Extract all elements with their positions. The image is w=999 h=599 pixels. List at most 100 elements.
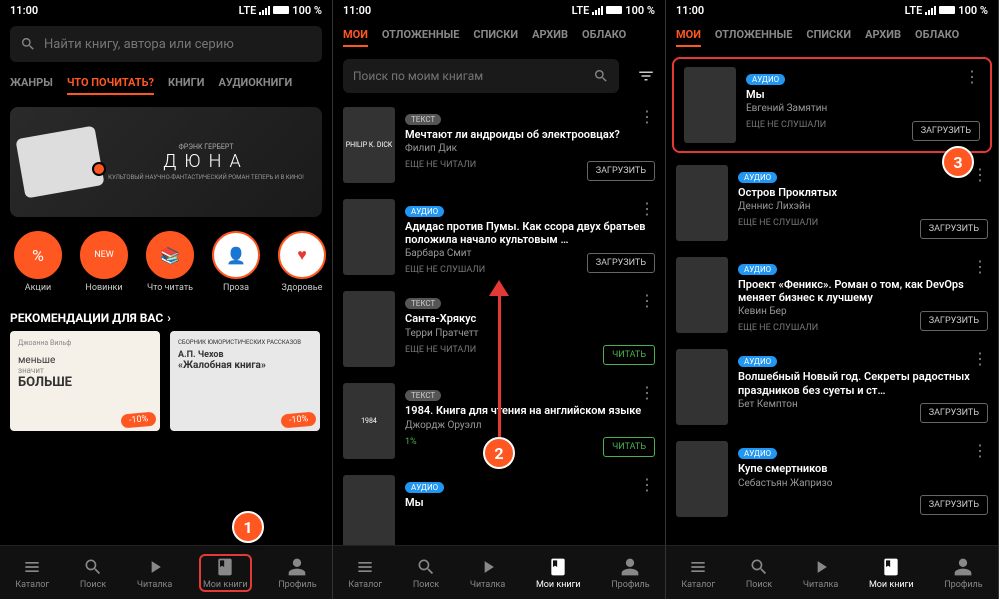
nav-profile[interactable]: Профиль (607, 554, 653, 592)
nav-profile[interactable]: Профиль (940, 554, 986, 592)
nav-my-books[interactable]: Мои книги (532, 554, 585, 592)
circle-health[interactable]: ♥Здоровье (274, 231, 330, 293)
nav-catalog[interactable]: Каталог (11, 554, 53, 592)
step-badge-3: 3 (942, 146, 974, 178)
book-menu-icon[interactable]: ⋮ (639, 107, 655, 126)
book-title: 1984. Книга для чтения на английском язы… (405, 404, 655, 417)
book-action-button[interactable]: ЗАГРУЗИТЬ (920, 403, 988, 423)
book-menu-icon[interactable]: ⋮ (972, 165, 988, 184)
step-badge-2: 2 (483, 437, 515, 469)
book-title: Адидас против Пумы. Как ссора двух брать… (405, 220, 655, 246)
book-title: Мы (405, 496, 655, 509)
nav-search[interactable]: Поиск (742, 554, 776, 592)
book-action-button[interactable]: ЧИТАТЬ (603, 437, 655, 457)
book-item[interactable]: АУДИО Адидас против Пумы. Как ссора двух … (333, 191, 665, 283)
tab-what-to-read[interactable]: ЧТО ПОЧИТАТЬ? (67, 76, 154, 95)
category-circles: %Акции NEWНовинки 📚Что читать 👤Проза ♥Зд… (0, 223, 332, 301)
nav-my-books[interactable]: Мои книги (199, 554, 252, 592)
book-action-button[interactable]: ЗАГРУЗИТЬ (920, 219, 988, 239)
tab-audiobooks[interactable]: АУДИОКНИГИ (218, 76, 292, 95)
banner-image (15, 126, 104, 199)
book-cover: 1984 (343, 383, 395, 459)
section-recommendations[interactable]: РЕКОМЕНДАЦИИ ДЛЯ ВАС › (0, 301, 332, 331)
book-menu-icon[interactable]: ⋮ (639, 383, 655, 402)
book-badge: АУДИО (405, 482, 444, 493)
book-title: Санта-Хрякус (405, 312, 655, 325)
book-cover (343, 475, 395, 551)
nav-search[interactable]: Поиск (76, 554, 110, 592)
book-title: Мы (746, 88, 980, 101)
book-cover: PHILIP K. DICK (343, 107, 395, 183)
book-badge: АУДИО (738, 172, 777, 183)
promo-banner[interactable]: ФРЭНК ГЕРБЕРТ ДЮНА КУЛЬТОВЫЙ НАУЧНО-ФАНТ… (10, 107, 322, 217)
search-icon (593, 68, 609, 84)
book-cover (343, 291, 395, 367)
tab-archive[interactable]: АРХИВ (532, 28, 568, 47)
chevron-right-icon: › (167, 311, 171, 325)
nav-catalog[interactable]: Каталог (344, 554, 386, 592)
signal-icon (259, 5, 270, 15)
tab-books[interactable]: КНИГИ (168, 76, 204, 95)
status-time: 11:00 (10, 4, 38, 17)
book-author: Деннис Лихэйн (738, 201, 988, 212)
book-item[interactable]: АУДИОКупе смертниковСебастьян ЖапризоЗАГ… (666, 433, 998, 525)
search-icon (20, 36, 36, 52)
book-author: Евгений Замятин (746, 103, 980, 114)
book-menu-icon[interactable]: ⋮ (972, 441, 988, 460)
book-badge: АУДИО (738, 264, 777, 275)
book-title: Волшебный Новый год. Секреты радостных п… (738, 370, 988, 396)
my-books-search[interactable] (343, 59, 619, 93)
book-title: Мечтают ли андроиды об электроовцах? (405, 128, 655, 141)
circle-prose[interactable]: 👤Проза (208, 231, 264, 293)
book-menu-icon[interactable]: ⋮ (964, 67, 980, 86)
book-badge: ТЕКСТ (405, 114, 441, 125)
nav-reader[interactable]: Читалка (466, 554, 509, 592)
book-action-button[interactable]: ЗАГРУЗИТЬ (912, 121, 980, 141)
book-menu-icon[interactable]: ⋮ (639, 291, 655, 310)
book-author: Филип Дик (405, 143, 655, 154)
book-badge: АУДИО (738, 448, 777, 459)
book-cover (676, 441, 728, 517)
search-bar[interactable] (10, 26, 322, 62)
book-item[interactable]: АУДИОМыЕвгений ЗамятинЕЩЕ НЕ СЛУШАЛИЗАГР… (674, 59, 990, 151)
book-card[interactable]: Джоанна Вильф меньше значит БОЛЬШЕ -10% (10, 331, 160, 431)
circle-what[interactable]: 📚Что читать (142, 231, 198, 293)
book-item[interactable]: АУДИОПроект «Феникс». Роман о том, как D… (666, 249, 998, 341)
book-card[interactable]: СБОРНИК ЮМОРИСТИЧЕСКИХ РАССКАЗОВ А.П. Че… (170, 331, 320, 431)
circle-promo[interactable]: %Акции (10, 231, 66, 293)
search-input[interactable] (44, 37, 312, 52)
book-badge: АУДИО (746, 74, 785, 85)
book-menu-icon[interactable]: ⋮ (972, 349, 988, 368)
book-badge: АУДИО (405, 206, 444, 217)
book-action-button[interactable]: ЗАГРУЗИТЬ (587, 161, 655, 181)
book-menu-icon[interactable]: ⋮ (639, 475, 655, 494)
book-action-button[interactable]: ЗАГРУЗИТЬ (587, 253, 655, 273)
nav-catalog[interactable]: Каталог (677, 554, 719, 592)
bottom-nav: Каталог Поиск Читалка Мои книги Профиль (0, 545, 332, 599)
nav-search[interactable]: Поиск (409, 554, 443, 592)
book-cover (684, 67, 736, 143)
nav-reader[interactable]: Читалка (133, 554, 176, 592)
tab-cloud[interactable]: ОБЛАКО (582, 28, 626, 47)
book-author: Себастьян Жапризо (738, 478, 988, 489)
circle-new[interactable]: NEWНовинки (76, 231, 132, 293)
nav-my-books[interactable]: Мои книги (865, 554, 918, 592)
book-badge: ТЕКСТ (405, 298, 441, 309)
tab-postponed[interactable]: ОТЛОЖЕННЫЕ (382, 28, 459, 47)
book-action-button[interactable]: ЧИТАТЬ (603, 345, 655, 365)
book-item[interactable]: PHILIP K. DICK ТЕКСТ Мечтают ли андроиды о… (333, 99, 665, 191)
filter-icon[interactable] (637, 67, 655, 85)
book-action-button[interactable]: ЗАГРУЗИТЬ (920, 495, 988, 515)
book-action-button[interactable]: ЗАГРУЗИТЬ (920, 311, 988, 331)
tab-lists[interactable]: СПИСКИ (473, 28, 518, 47)
book-item[interactable]: АУДИО Волшебный Новый год. Секреты радост… (666, 341, 998, 433)
book-cover (676, 165, 728, 241)
tab-genres[interactable]: ЖАНРЫ (10, 76, 53, 95)
nav-profile[interactable]: Профиль (274, 554, 320, 592)
nav-reader[interactable]: Читалка (799, 554, 842, 592)
book-menu-icon[interactable]: ⋮ (639, 199, 655, 218)
book-badge: АУДИО (738, 356, 777, 367)
book-cover (343, 199, 395, 275)
book-menu-icon[interactable]: ⋮ (972, 257, 988, 276)
tab-my[interactable]: МОИ (343, 28, 368, 47)
